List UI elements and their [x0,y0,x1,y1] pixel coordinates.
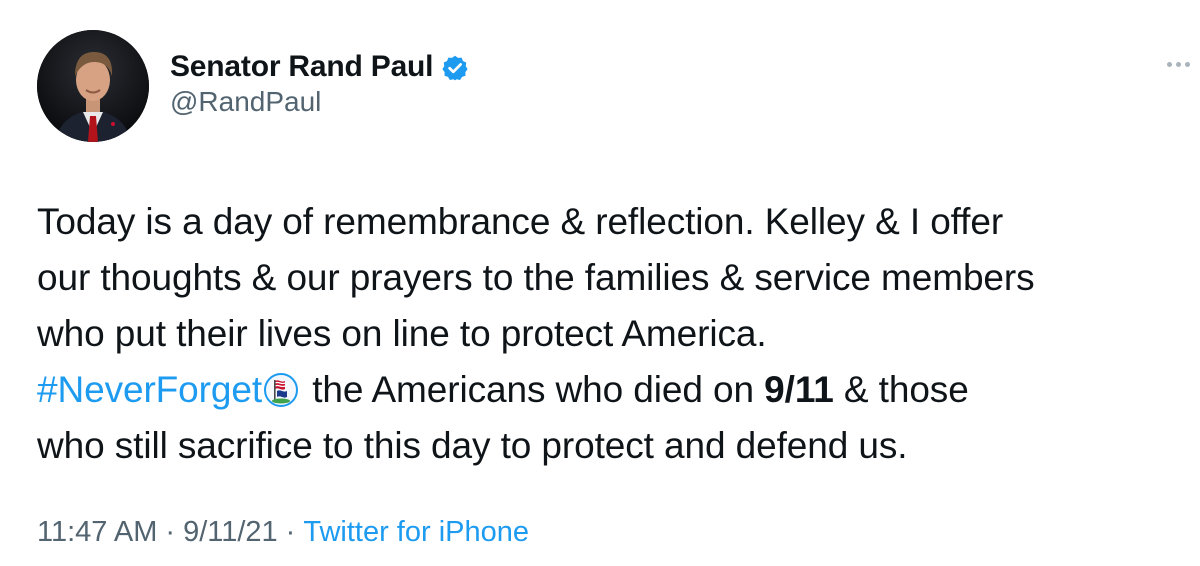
tweet-text: Today is a day of remembrance & reflecti… [37,194,1197,474]
tweet-time[interactable]: 11:47 AM [37,516,157,548]
more-horizontal-icon [1175,61,1181,67]
tweet-text-bold: 9/11 [764,369,834,410]
tweet-text-line: Today is a day of remembrance & reflecti… [37,201,1004,242]
hashtag-link[interactable]: #NeverForget [37,369,262,410]
tweet-text-line: our thoughts & our prayers to the famili… [37,257,1035,298]
author-handle[interactable]: @RandPaul [170,86,321,118]
tweet-text-line: who still sacrifice to this day to prote… [37,425,908,466]
tweet-meta: 11:47 AM · 9/11/21 · Twitter for iPhone [37,516,529,549]
meta-separator: · [285,516,296,548]
tweet-date[interactable]: 9/11/21 [183,516,278,548]
more-options-button[interactable] [1160,52,1196,76]
tweet-text-line: #NeverForget the Americans who died on 9… [37,362,1197,418]
author-display-name[interactable]: Senator Rand Paul [170,50,434,84]
flag-hashflag-icon[interactable] [264,367,299,407]
meta-separator: · [165,516,176,548]
author-name-row: Senator Rand Paul [170,47,469,87]
tweet-text-segment: & those [833,369,969,410]
verified-badge-icon [441,54,469,82]
tweet-text-segment: the Americans who died on [302,369,765,410]
tweet-text-line: who put their lives on line to protect A… [37,313,767,354]
more-horizontal-icon [1166,61,1172,67]
avatar-photo [37,30,149,142]
tweet-source-link[interactable]: Twitter for iPhone [303,516,529,548]
avatar[interactable] [37,30,149,142]
tweet-card: Senator Rand Paul @RandPaul Today is a d… [0,0,1200,566]
more-horizontal-icon [1184,61,1190,67]
